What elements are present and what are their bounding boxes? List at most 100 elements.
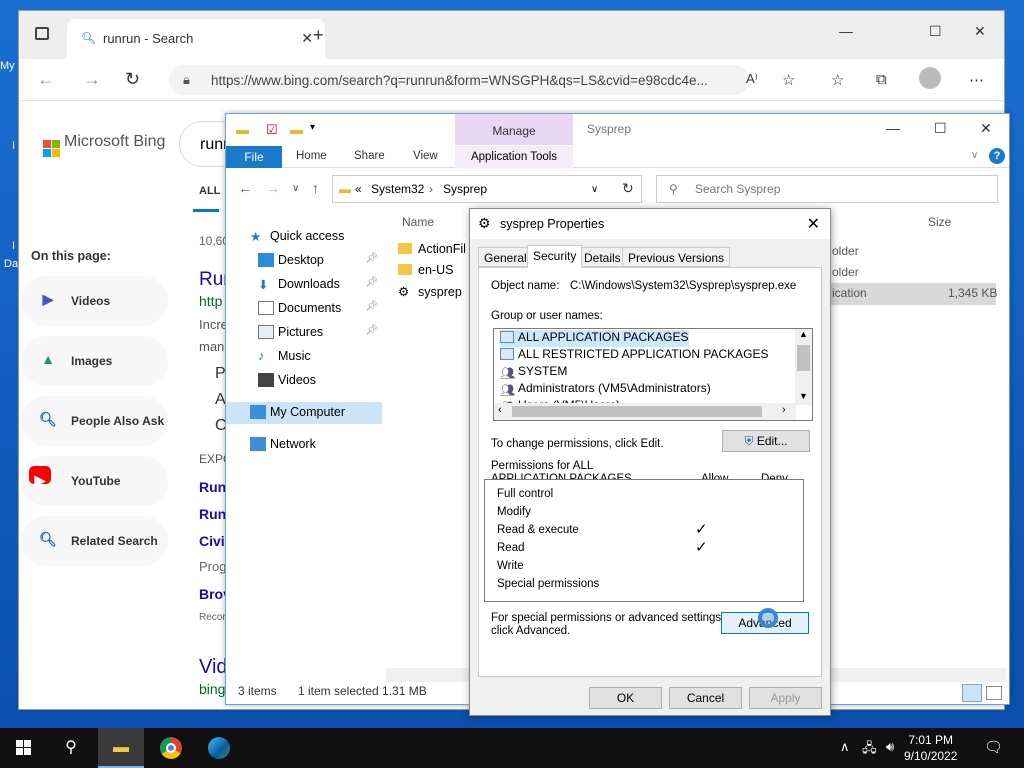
large-icons-view-icon[interactable] [986, 686, 1002, 700]
nav-videos[interactable]: Videos [244, 370, 382, 392]
tab-view[interactable]: View [413, 150, 438, 162]
tab-application-tools[interactable]: Application Tools [455, 146, 573, 168]
file-row-selected[interactable]: ⚙ sysprep [398, 284, 462, 304]
nav-network[interactable]: Network [236, 434, 374, 456]
file-row[interactable]: en-US [398, 263, 453, 283]
tab-actions-icon[interactable] [35, 27, 49, 40]
list-item[interactable]: 👥︎ SYSTEM [500, 364, 567, 381]
desktop-icon-label[interactable]: I [12, 140, 15, 152]
desktop-icon-label[interactable]: Da [4, 258, 18, 270]
file-explorer-taskbar-icon[interactable]: ▬ [98, 728, 144, 768]
vertical-scrollbar[interactable]: ▲ ▼ [795, 329, 812, 405]
videos-heading[interactable]: Vid [199, 656, 228, 679]
url-text[interactable]: https://www.bing.com/search?q=runrun&for… [211, 73, 708, 88]
breadcrumb-sysprep[interactable]: Sysprep [443, 182, 487, 196]
refresh-icon[interactable]: ↻ [125, 69, 140, 90]
nav-music[interactable]: ♪ Music [244, 346, 382, 368]
minimize-icon[interactable]: — [886, 120, 900, 136]
close-window-icon[interactable]: ✕ [974, 23, 986, 40]
side-item-people-also-ask[interactable]: 🔍︎ People Also Ask [21, 396, 168, 446]
volume-icon[interactable]: 🔊︎ [886, 739, 894, 755]
profile-avatar[interactable] [919, 67, 941, 89]
column-header-size[interactable]: Size [928, 215, 951, 229]
breadcrumb-prefix[interactable]: « [355, 182, 362, 196]
side-item-youtube[interactable]: ▶ YouTube [21, 456, 168, 506]
nav-desktop[interactable]: Desktop 📌︎ [244, 250, 382, 272]
recent-locations-icon[interactable]: ∨ [292, 183, 299, 194]
apply-button[interactable]: Apply [749, 687, 822, 709]
more-icon[interactable]: ⋯ [969, 71, 984, 89]
side-item-related-search[interactable]: 🔍︎ Related Search [21, 516, 168, 566]
breadcrumb[interactable]: ▬ « System32 › Sysprep ∨ [332, 175, 642, 203]
collections-icon[interactable]: ⧉ [876, 71, 887, 88]
desktop-icon-label[interactable]: I [12, 240, 15, 252]
cancel-button[interactable]: Cancel [669, 687, 742, 709]
clock[interactable]: 7:01 PM 9/10/2022 [904, 732, 957, 764]
scroll-thumb[interactable] [797, 345, 810, 371]
chevron-down-icon[interactable]: ∨ [591, 184, 598, 195]
list-item[interactable]: 👥︎ Administrators (VM5\Administrators) [500, 381, 711, 398]
tab-all[interactable]: ALL [192, 185, 220, 212]
nav-quick-access[interactable]: ★ Quick access [236, 226, 374, 248]
browser-tab[interactable]: 🔍︎ runrun - Search ✕ [67, 19, 325, 59]
group-names-list[interactable]: ALL APPLICATION PACKAGES ALL RESTRICTED … [493, 328, 813, 421]
nav-pictures[interactable]: Pictures 📌︎ [244, 322, 382, 344]
chrome-taskbar-icon[interactable] [148, 728, 194, 768]
nav-downloads[interactable]: ⬇ Downloads 📌︎ [244, 274, 382, 296]
refresh-icon[interactable]: ↻ [622, 180, 634, 197]
search-icon[interactable]: ⚲ [48, 728, 94, 768]
scroll-thumb[interactable] [512, 406, 762, 417]
tab-home[interactable]: Home [296, 150, 327, 162]
ok-button[interactable]: OK [589, 687, 662, 709]
tab-previous-versions[interactable]: Previous Versions [622, 247, 731, 267]
tab-details[interactable]: Details [578, 247, 627, 267]
result-url[interactable]: http [199, 293, 222, 309]
properties-icon[interactable]: ☑ [266, 122, 278, 138]
qat-dropdown-icon[interactable]: ▾ [310, 122, 315, 133]
scroll-left-icon[interactable]: ‹ [498, 404, 502, 416]
notification-icon[interactable]: 🗨︎ [984, 738, 1003, 756]
desktop-icon-label[interactable]: My [0, 60, 15, 72]
forward-icon[interactable]: → [83, 69, 101, 90]
tab-general[interactable]: General [478, 247, 533, 267]
tab-security[interactable]: Security [527, 245, 583, 268]
nav-documents[interactable]: Documents 📌︎ [244, 298, 382, 320]
network-icon[interactable]: 🖧︎ [862, 739, 877, 761]
side-item-images[interactable]: ▲ Images [21, 336, 168, 386]
new-tab-icon[interactable]: + [313, 25, 324, 46]
tab-share[interactable]: Share [354, 150, 385, 162]
tab-file[interactable]: File [226, 146, 282, 168]
new-folder-icon[interactable]: ▬ [290, 122, 303, 137]
show-hidden-icons[interactable]: ∧ [840, 739, 850, 755]
minimize-icon[interactable]: — [839, 23, 853, 39]
lock-icon[interactable]: 🔒︎ [183, 72, 190, 88]
close-icon[interactable]: ✕ [980, 120, 992, 137]
back-icon[interactable]: ← [238, 180, 252, 196]
up-icon[interactable]: ↑ [312, 180, 319, 196]
scroll-down-icon[interactable]: ▼ [799, 391, 808, 401]
forward-icon[interactable]: → [266, 180, 280, 196]
list-item[interactable]: ALL APPLICATION PACKAGES [500, 330, 689, 347]
column-header-name[interactable]: Name [402, 215, 434, 229]
edit-button[interactable]: ⛨ Edit... [722, 430, 810, 452]
edge-taskbar-icon[interactable] [196, 728, 242, 768]
read-aloud-icon[interactable]: A⁾ [746, 71, 758, 87]
bing-logo[interactable]: Microsoft Bing [43, 133, 165, 157]
scroll-up-icon[interactable]: ▲ [799, 329, 808, 339]
ribbon-expand-icon[interactable]: ∨ [971, 150, 978, 161]
help-icon[interactable]: ? [989, 148, 1005, 164]
horizontal-scrollbar[interactable]: ‹ › [494, 403, 796, 420]
close-icon[interactable]: ✕ [807, 214, 820, 234]
add-favorite-icon[interactable]: ☆ [782, 71, 795, 89]
favorites-icon[interactable]: ☆ [831, 71, 844, 89]
search-input[interactable]: ⚲ Search Sysprep [656, 175, 998, 203]
maximize-icon[interactable]: ☐ [934, 120, 947, 137]
scroll-right-icon[interactable]: › [782, 404, 786, 416]
manage-contextual-tab[interactable]: Manage [455, 114, 573, 145]
close-tab-icon[interactable]: ✕ [301, 30, 313, 47]
breadcrumb-system32[interactable]: System32 [371, 182, 424, 196]
back-icon[interactable]: ← [37, 69, 55, 90]
list-item[interactable]: ALL RESTRICTED APPLICATION PACKAGES [500, 347, 769, 364]
nav-my-computer[interactable]: My Computer [226, 402, 382, 424]
details-view-icon[interactable] [962, 684, 982, 702]
